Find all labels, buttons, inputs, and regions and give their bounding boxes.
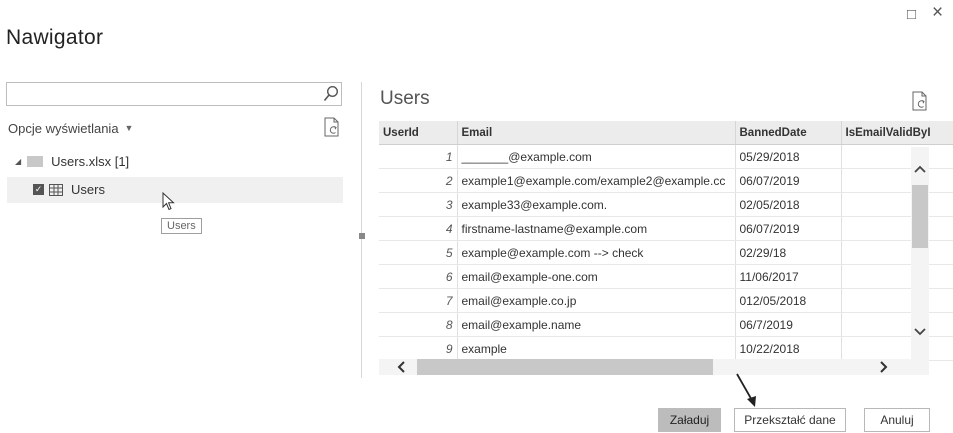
table-header-row: UserId Email BannedDate IsEmailValidByI bbox=[379, 121, 953, 145]
cell-banneddate: 06/07/2019 bbox=[735, 216, 842, 241]
cell-isemailvalid bbox=[841, 312, 953, 337]
cell-userid: 8 bbox=[379, 312, 458, 337]
cancel-button[interactable]: Anuluj bbox=[864, 408, 930, 432]
table-row: 3 example33@example.com. 02/05/2018 bbox=[379, 192, 953, 217]
tree-item-users-xlsx[interactable]: ◢ Users.xlsx [1] bbox=[15, 154, 129, 169]
cell-isemailvalid bbox=[841, 216, 953, 241]
cell-banneddate: 11/06/2017 bbox=[735, 264, 842, 289]
cell-isemailvalid bbox=[841, 144, 953, 169]
cell-userid: 3 bbox=[379, 192, 458, 217]
cell-isemailvalid bbox=[841, 264, 953, 289]
cell-banneddate: 02/05/2018 bbox=[735, 192, 842, 217]
cell-userid: 1 bbox=[379, 144, 458, 169]
column-header-banneddate: BannedDate bbox=[735, 121, 842, 145]
close-icon[interactable]: × bbox=[932, 2, 943, 24]
table-row: 9 example 10/22/2018 bbox=[379, 336, 953, 361]
column-header-userid: UserId bbox=[379, 121, 458, 145]
panel-divider[interactable] bbox=[361, 82, 362, 378]
maximize-icon[interactable]: □ bbox=[907, 6, 916, 23]
cell-userid: 5 bbox=[379, 240, 458, 265]
table-row: 2 example1@example.com/example2@example.c… bbox=[379, 168, 953, 193]
expand-triangle-icon[interactable]: ◢ bbox=[15, 157, 21, 166]
tree-file-label: Users.xlsx [1] bbox=[51, 154, 130, 169]
table-row: 5 example@example.com --> check 02/29/18 bbox=[379, 240, 953, 265]
cell-userid: 2 bbox=[379, 168, 458, 193]
cell-userid: 6 bbox=[379, 264, 458, 289]
chevron-down-icon: ▼ bbox=[124, 123, 134, 133]
table-row: 6 email@example-one.com 11/06/2017 bbox=[379, 264, 953, 289]
table-row: 7 email@example.co.jp 012/05/2018 bbox=[379, 288, 953, 313]
cell-banneddate: 10/22/2018 bbox=[735, 336, 842, 361]
folder-icon bbox=[27, 156, 44, 167]
cell-email: email@example.name bbox=[457, 312, 736, 337]
load-button[interactable]: Załaduj bbox=[658, 408, 721, 432]
refresh-icon[interactable] bbox=[911, 91, 929, 111]
cell-userid: 4 bbox=[379, 216, 458, 241]
search-icon[interactable] bbox=[323, 85, 339, 103]
cell-userid: 9 bbox=[379, 336, 458, 361]
cell-email: email@example-one.com bbox=[457, 264, 736, 289]
column-header-isemailvalid: IsEmailValidByI bbox=[841, 121, 953, 145]
cell-userid: 7 bbox=[379, 288, 458, 313]
cell-isemailvalid bbox=[841, 192, 953, 217]
cell-banneddate: 05/29/2018 bbox=[735, 144, 842, 169]
tooltip: Users bbox=[161, 218, 202, 234]
cell-email: firstname-lastname@example.com bbox=[457, 216, 736, 241]
horizontal-scroll-thumb[interactable] bbox=[417, 359, 713, 375]
refresh-icon[interactable] bbox=[323, 117, 341, 137]
chevron-down-icon[interactable] bbox=[913, 327, 927, 337]
cell-banneddate: 06/07/2019 bbox=[735, 168, 842, 193]
mouse-cursor-icon bbox=[162, 192, 175, 211]
chevron-left-icon[interactable] bbox=[396, 361, 406, 373]
cell-email: example33@example.com. bbox=[457, 192, 736, 217]
chevron-up-icon[interactable] bbox=[913, 164, 927, 174]
table-icon bbox=[49, 183, 63, 196]
preview-title: Users bbox=[380, 88, 430, 109]
column-header-email: Email bbox=[457, 121, 736, 145]
cell-banneddate: 02/29/18 bbox=[735, 240, 842, 265]
chevron-right-icon[interactable] bbox=[879, 361, 889, 373]
window-title: Nawigator bbox=[6, 26, 104, 49]
resize-handle[interactable] bbox=[359, 233, 365, 239]
checkbox-checked-icon[interactable]: ✓ bbox=[33, 184, 44, 195]
cell-isemailvalid bbox=[841, 336, 953, 361]
tree-item-label: Users bbox=[71, 182, 105, 197]
cell-isemailvalid bbox=[841, 168, 953, 193]
table-row: 1 _______@example.com 05/29/2018 bbox=[379, 144, 953, 169]
preview-table: UserId Email BannedDate IsEmailValidByI … bbox=[379, 121, 953, 361]
transform-data-button[interactable]: Przekształć dane bbox=[734, 408, 846, 432]
display-options-label: Opcje wyświetlania bbox=[8, 121, 119, 136]
cell-isemailvalid bbox=[841, 288, 953, 313]
cell-email: example bbox=[457, 336, 736, 361]
cell-email: email@example.co.jp bbox=[457, 288, 736, 313]
search-input[interactable] bbox=[6, 82, 342, 106]
cell-email: _______@example.com bbox=[457, 144, 736, 169]
cell-banneddate: 012/05/2018 bbox=[735, 288, 842, 313]
tree-item-users[interactable]: ✓ Users bbox=[33, 182, 105, 197]
table-row: 8 email@example.name 06/7/2019 bbox=[379, 312, 953, 337]
display-options-dropdown[interactable]: Opcje wyświetlania ▼ bbox=[8, 121, 133, 136]
cell-email: example@example.com --> check bbox=[457, 240, 736, 265]
cell-banneddate: 06/7/2019 bbox=[735, 312, 842, 337]
vertical-scroll-thumb[interactable] bbox=[912, 185, 928, 248]
annotation-arrow bbox=[736, 373, 756, 407]
cell-isemailvalid bbox=[841, 240, 953, 265]
cell-email: example1@example.com/example2@example.cc bbox=[457, 168, 736, 193]
table-row: 4 firstname-lastname@example.com 06/07/201… bbox=[379, 216, 953, 241]
